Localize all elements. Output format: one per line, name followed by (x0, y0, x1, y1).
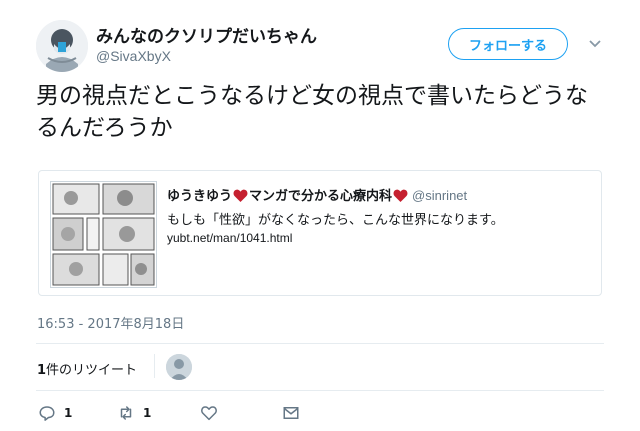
retweet-stat-count: 1 (37, 363, 47, 378)
quoted-handle: @sinrinet (412, 188, 468, 203)
quoted-link[interactable]: yubt.net/man/1041.html (167, 231, 292, 245)
direct-message-button[interactable] (282, 402, 300, 424)
retweet-count: 1 (143, 406, 152, 420)
quoted-tweet-card[interactable]: ゆうきゆう マンガで分かる心療内科 @sinrinet もしも「性欲」がなくなったら… (38, 170, 602, 296)
quoted-author-name-2: マンガで分かる心療内科 (249, 189, 393, 204)
vertical-divider (154, 354, 155, 378)
retweet-button[interactable]: 1 (117, 402, 151, 424)
retweet-icon (120, 406, 132, 420)
heart-icon (393, 189, 408, 202)
reply-count: 1 (64, 406, 73, 420)
avatar[interactable] (36, 20, 88, 72)
retweet-stats[interactable]: 1件のリツイート (37, 359, 137, 378)
quoted-text: もしも「性欲」がなくなったら、こんな世界になります。 (167, 213, 504, 228)
follow-button[interactable]: フォローする (448, 28, 568, 60)
tweet-text: 男の視点だとこうなるけど女の視点で書いたらどうなるんだろうか (36, 83, 588, 141)
divider (36, 390, 604, 391)
reply-button[interactable]: 1 (38, 402, 72, 424)
heart-icon (233, 189, 248, 202)
heart-outline-icon (201, 406, 217, 421)
divider (36, 343, 604, 344)
quoted-author-name-1: ゆうきゆう (167, 189, 233, 204)
chevron-down-icon[interactable] (588, 36, 602, 50)
timestamp[interactable]: 16:53 - 2017年8月18日 (37, 313, 184, 332)
quoted-author[interactable]: ゆうきゆう マンガで分かる心療内科 @sinrinet (167, 185, 467, 204)
retweeter-avatar[interactable] (166, 354, 192, 380)
envelope-icon (283, 407, 299, 419)
manga-thumbnail (50, 181, 157, 288)
user-handle[interactable]: @SivaXbyX (96, 48, 171, 64)
retweet-stat-label: 件のリツイート (46, 363, 138, 378)
reply-icon (39, 406, 55, 421)
display-name[interactable]: みんなのクソリプだいちゃん (96, 22, 317, 47)
like-button[interactable] (200, 402, 218, 424)
